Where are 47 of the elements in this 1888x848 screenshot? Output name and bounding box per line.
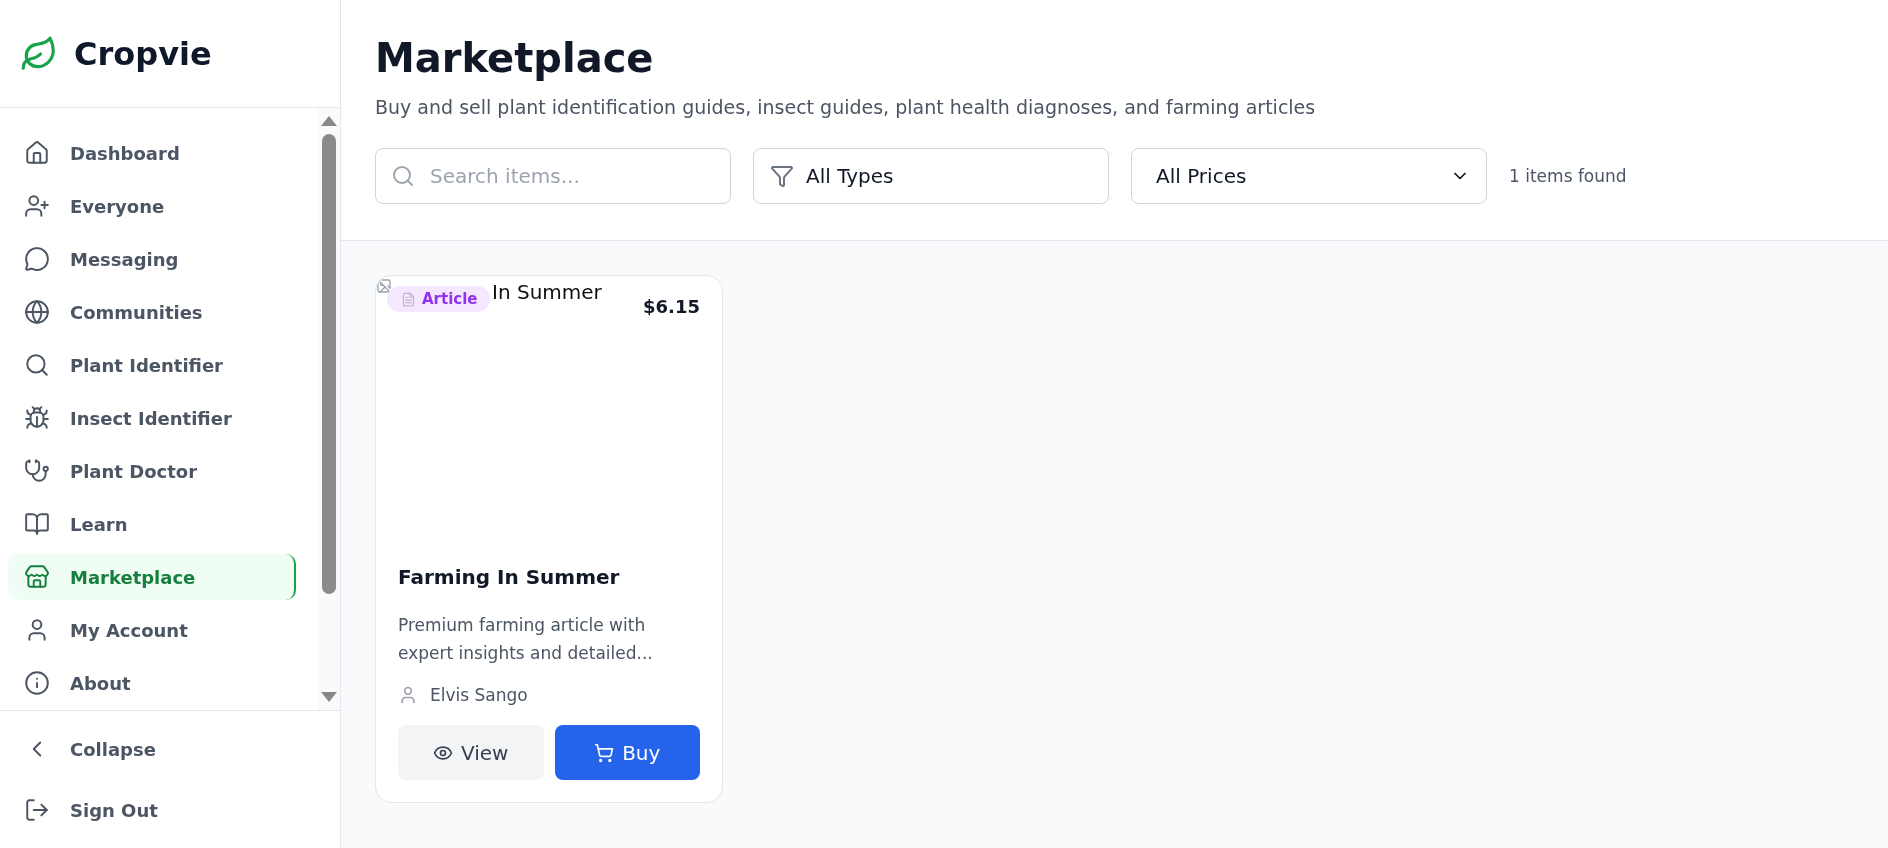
item-description: Premium farming article with expert insights and detailed... bbox=[398, 614, 654, 665]
author-name: Elvis Sango bbox=[430, 685, 528, 705]
book-icon bbox=[24, 511, 50, 537]
store-icon bbox=[24, 564, 50, 590]
item-price: $6.15 bbox=[643, 296, 700, 317]
nav-item[interactable]: Dashboard bbox=[8, 130, 296, 176]
user-icon bbox=[398, 685, 418, 705]
sign-out-icon bbox=[24, 797, 50, 823]
nav-item[interactable]: About bbox=[8, 660, 296, 706]
search-icon bbox=[24, 352, 50, 378]
nav-item[interactable]: Marketplace bbox=[8, 554, 296, 600]
nav-item[interactable]: Learn bbox=[8, 501, 296, 547]
nav-item[interactable]: Plant Doctor bbox=[8, 448, 296, 494]
buy-button[interactable]: Buy bbox=[554, 725, 700, 780]
cart-icon bbox=[594, 742, 615, 763]
user-plus-icon bbox=[24, 193, 50, 219]
brand-name: Cropvie bbox=[74, 34, 212, 73]
filter-icon bbox=[770, 164, 794, 188]
image-alt-text: In Summer bbox=[492, 280, 602, 304]
scrollbar[interactable] bbox=[318, 108, 340, 710]
leaf-icon bbox=[20, 34, 58, 73]
view-button[interactable]: View bbox=[398, 725, 544, 780]
speech-bubble-icon bbox=[24, 246, 50, 272]
price-dropdown[interactable]: All Prices bbox=[1131, 148, 1487, 204]
globe-icon bbox=[24, 299, 50, 325]
item-title: Farming In Summer bbox=[398, 565, 621, 589]
type-badge: Article bbox=[387, 286, 490, 312]
nav-item[interactable]: Plant Identifier bbox=[8, 342, 296, 388]
stethoscope-icon bbox=[24, 458, 50, 484]
broken-image-icon bbox=[376, 278, 392, 294]
product-card[interactable]: Article In Summer $6.15 Farming In Summer Premium farming article with expert insights and detailed... Elvis Sango View Buy bbox=[375, 275, 723, 803]
results-count: 1 items found bbox=[1509, 166, 1627, 186]
nav-item[interactable]: Sign Out bbox=[8, 786, 332, 834]
type-dropdown[interactable]: All Types bbox=[753, 148, 1109, 204]
nav-item[interactable]: Everyone bbox=[8, 183, 296, 229]
nav-item[interactable]: Insect Identifier bbox=[8, 395, 296, 441]
house-icon bbox=[24, 140, 50, 166]
nav-item[interactable]: Messaging bbox=[8, 236, 296, 282]
nav-item[interactable]: Collapse bbox=[8, 725, 332, 773]
nav-item[interactable]: My Account bbox=[8, 607, 296, 653]
document-icon bbox=[401, 291, 416, 307]
page-subtitle: Buy and sell plant identification guides, insect guides, plant health diagnoses, and farming articles bbox=[375, 96, 1317, 118]
info-icon bbox=[24, 670, 50, 696]
search-field[interactable]: Search items... bbox=[375, 148, 731, 204]
bug-icon bbox=[24, 405, 50, 431]
nav-item[interactable]: Communities bbox=[8, 289, 296, 335]
page-title: Marketplace bbox=[375, 34, 655, 82]
